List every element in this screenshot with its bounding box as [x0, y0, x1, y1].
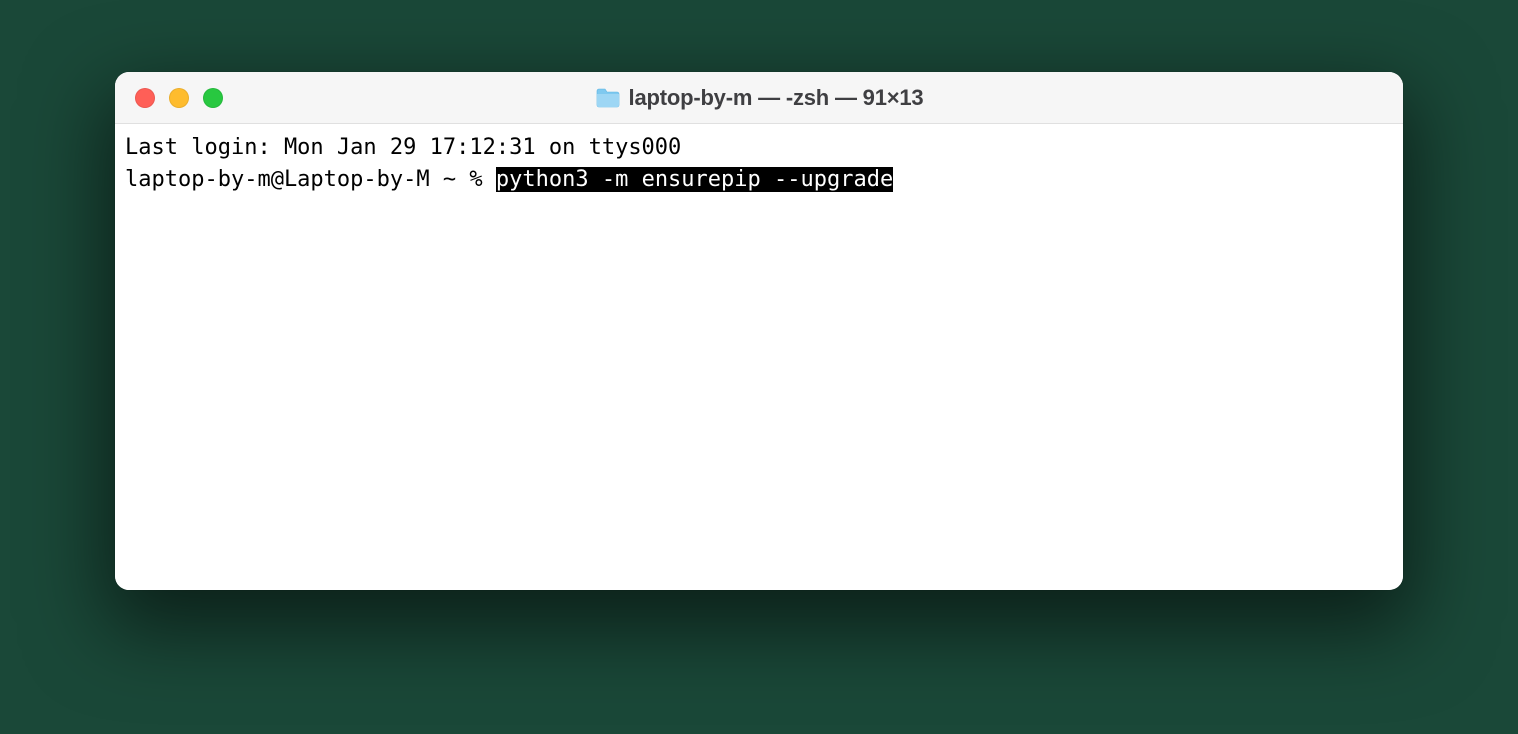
command-input-selected[interactable]: python3 -m ensurepip --upgrade [496, 167, 893, 192]
maximize-button[interactable] [203, 88, 223, 108]
traffic-lights [115, 88, 223, 108]
folder-icon [595, 87, 621, 109]
terminal-window: laptop-by-m — -zsh — 91×13 Last login: M… [115, 72, 1403, 590]
close-button[interactable] [135, 88, 155, 108]
titlebar[interactable]: laptop-by-m — -zsh — 91×13 [115, 72, 1403, 124]
minimize-button[interactable] [169, 88, 189, 108]
prompt-line: laptop-by-m@Laptop-by-M ~ % python3 -m e… [125, 164, 1393, 196]
prompt: laptop-by-m@Laptop-by-M ~ % [125, 167, 496, 192]
terminal-body[interactable]: Last login: Mon Jan 29 17:12:31 on ttys0… [115, 124, 1403, 590]
window-title: laptop-by-m — -zsh — 91×13 [629, 85, 924, 111]
last-login-line: Last login: Mon Jan 29 17:12:31 on ttys0… [125, 132, 1393, 164]
title-wrap: laptop-by-m — -zsh — 91×13 [115, 85, 1403, 111]
